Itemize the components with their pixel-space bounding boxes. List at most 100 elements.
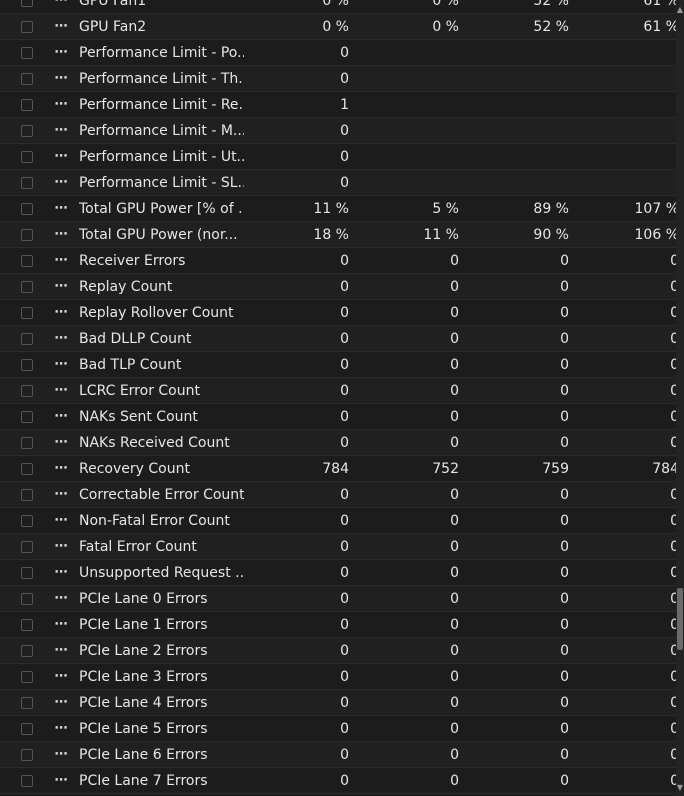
table-row[interactable]: ⋯ Performance Limit - SL... 0 [0,170,676,196]
scroll-up-icon[interactable]: ▲ [676,4,684,16]
more-options-icon[interactable]: ⋯ [52,227,70,242]
table-row[interactable]: ⋯ PCIe Lane 5 Errors 0 0 0 0 [0,716,679,742]
more-options-icon[interactable]: ⋯ [52,721,70,736]
row-checkbox[interactable] [21,696,33,709]
row-checkbox[interactable] [21,644,33,657]
row-checkbox[interactable] [21,20,33,33]
more-options-icon[interactable]: ⋯ [52,591,70,606]
table-row[interactable]: ⋯ Fatal Error Count 0 0 0 0 [0,534,679,560]
more-options-icon[interactable]: ⋯ [52,461,70,476]
table-row[interactable]: ⋯ GPU Fan1 0 % 0 % 52 % 61 % [0,0,679,14]
table-row[interactable]: ⋯ Recovery Count 784 752 759 784 [0,456,679,482]
table-row[interactable]: ⋯ PCIe Lane 7 Errors 0 0 0 0 [0,768,679,794]
more-options-icon[interactable]: ⋯ [52,487,70,502]
table-row[interactable]: ⋯ LCRC Error Count 0 0 0 0 [0,378,679,404]
table-row[interactable]: ⋯ Performance Limit - Re... 1 [0,92,676,118]
table-row[interactable]: ⋯ PCIe Lane 1 Errors 0 0 0 0 [0,612,679,638]
row-checkbox[interactable] [21,124,33,137]
more-options-icon[interactable]: ⋯ [52,305,70,320]
table-row[interactable]: ⋯ Total GPU Power (nor... 18 % 11 % 90 %… [0,222,679,248]
table-row[interactable]: ⋯ Correctable Error Count 0 0 0 0 [0,482,679,508]
more-options-icon[interactable]: ⋯ [52,19,70,34]
table-row[interactable]: ⋯ PCIe Lane 4 Errors 0 0 0 0 [0,690,679,716]
row-checkbox[interactable] [21,436,33,449]
row-checkbox[interactable] [21,254,33,267]
value-max: 0 [560,746,569,763]
scrollbar-thumb[interactable] [677,588,683,650]
table-row[interactable]: ⋯ Performance Limit - Ut... 0 [0,144,676,170]
row-checkbox[interactable] [21,722,33,735]
more-options-icon[interactable]: ⋯ [52,175,70,190]
row-checkbox[interactable] [21,514,33,527]
row-checkbox[interactable] [21,384,33,397]
row-checkbox[interactable] [21,46,33,59]
table-row[interactable]: ⋯ PCIe Lane 3 Errors 0 0 0 0 [0,664,679,690]
more-options-icon[interactable]: ⋯ [52,539,70,554]
row-checkbox[interactable] [21,410,33,423]
table-row[interactable]: ⋯ Total GPU Power [% of ... 11 % 5 % 89 … [0,196,679,222]
vertical-scrollbar[interactable]: ▲ ▼ [676,0,684,796]
table-row[interactable]: ⋯ Bad TLP Count 0 0 0 0 [0,352,679,378]
row-checkbox[interactable] [21,176,33,189]
row-checkbox[interactable] [21,566,33,579]
row-checkbox[interactable] [21,670,33,683]
more-options-icon[interactable]: ⋯ [52,617,70,632]
more-options-icon[interactable]: ⋯ [52,669,70,684]
more-options-icon[interactable]: ⋯ [52,435,70,450]
table-row[interactable]: ⋯ NAKs Sent Count 0 0 0 0 [0,404,679,430]
row-checkbox[interactable] [21,618,33,631]
row-checkbox[interactable] [21,280,33,293]
row-checkbox[interactable] [21,358,33,371]
more-options-icon[interactable]: ⋯ [52,45,70,60]
table-row[interactable]: ⋯ PCIe Lane 6 Errors 0 0 0 0 [0,742,679,768]
scroll-down-icon[interactable]: ▼ [676,782,684,794]
value-min: 0 [450,330,459,347]
more-options-icon[interactable]: ⋯ [52,643,70,658]
row-checkbox[interactable] [21,748,33,761]
table-row[interactable]: ⋯ NAKs Received Count 0 0 0 0 [0,430,679,456]
row-checkbox[interactable] [21,462,33,475]
more-options-icon[interactable]: ⋯ [52,565,70,580]
table-row[interactable]: ⋯ Performance Limit - Po... 0 [0,40,676,66]
more-options-icon[interactable]: ⋯ [52,331,70,346]
more-options-icon[interactable]: ⋯ [52,123,70,138]
row-checkbox[interactable] [21,774,33,787]
row-checkbox[interactable] [21,488,33,501]
row-checkbox[interactable] [21,306,33,319]
more-options-icon[interactable]: ⋯ [52,279,70,294]
more-options-icon[interactable]: ⋯ [52,513,70,528]
table-row[interactable]: ⋯ PCIe Lane 2 Errors 0 0 0 0 [0,638,679,664]
table-row[interactable]: ⋯ Replay Rollover Count 0 0 0 0 [0,300,679,326]
row-checkbox[interactable] [21,540,33,553]
table-row[interactable]: ⋯ Bad DLLP Count 0 0 0 0 [0,326,679,352]
row-checkbox[interactable] [21,0,33,7]
more-options-icon[interactable]: ⋯ [52,253,70,268]
more-options-icon[interactable]: ⋯ [52,149,70,164]
row-checkbox[interactable] [21,228,33,241]
value-current: 0 [340,564,349,581]
more-options-icon[interactable]: ⋯ [52,773,70,788]
table-row[interactable]: ⋯ Replay Count 0 0 0 0 [0,274,679,300]
table-row[interactable]: ⋯ Receiver Errors 0 0 0 0 [0,248,679,274]
table-row[interactable]: ⋯ PCIe Lane 0 Errors 0 0 0 0 [0,586,679,612]
more-options-icon[interactable]: ⋯ [52,0,70,8]
more-options-icon[interactable]: ⋯ [52,357,70,372]
more-options-icon[interactable]: ⋯ [52,747,70,762]
more-options-icon[interactable]: ⋯ [52,97,70,112]
row-checkbox[interactable] [21,150,33,163]
table-row[interactable]: ⋯ Unsupported Request ... 0 0 0 0 [0,560,679,586]
more-options-icon[interactable]: ⋯ [52,201,70,216]
table-row[interactable]: ⋯ Performance Limit - M... 0 [0,118,676,144]
row-checkbox[interactable] [21,592,33,605]
row-checkbox[interactable] [21,202,33,215]
row-checkbox[interactable] [21,332,33,345]
table-row[interactable]: ⋯ GPU Fan2 0 % 0 % 52 % 61 % [0,14,679,40]
more-options-icon[interactable]: ⋯ [52,695,70,710]
row-checkbox[interactable] [21,98,33,111]
more-options-icon[interactable]: ⋯ [52,71,70,86]
more-options-icon[interactable]: ⋯ [52,409,70,424]
table-row[interactable]: ⋯ Non-Fatal Error Count 0 0 0 0 [0,508,679,534]
more-options-icon[interactable]: ⋯ [52,383,70,398]
table-row[interactable]: ⋯ Performance Limit - Th... 0 [0,66,676,92]
row-checkbox[interactable] [21,72,33,85]
